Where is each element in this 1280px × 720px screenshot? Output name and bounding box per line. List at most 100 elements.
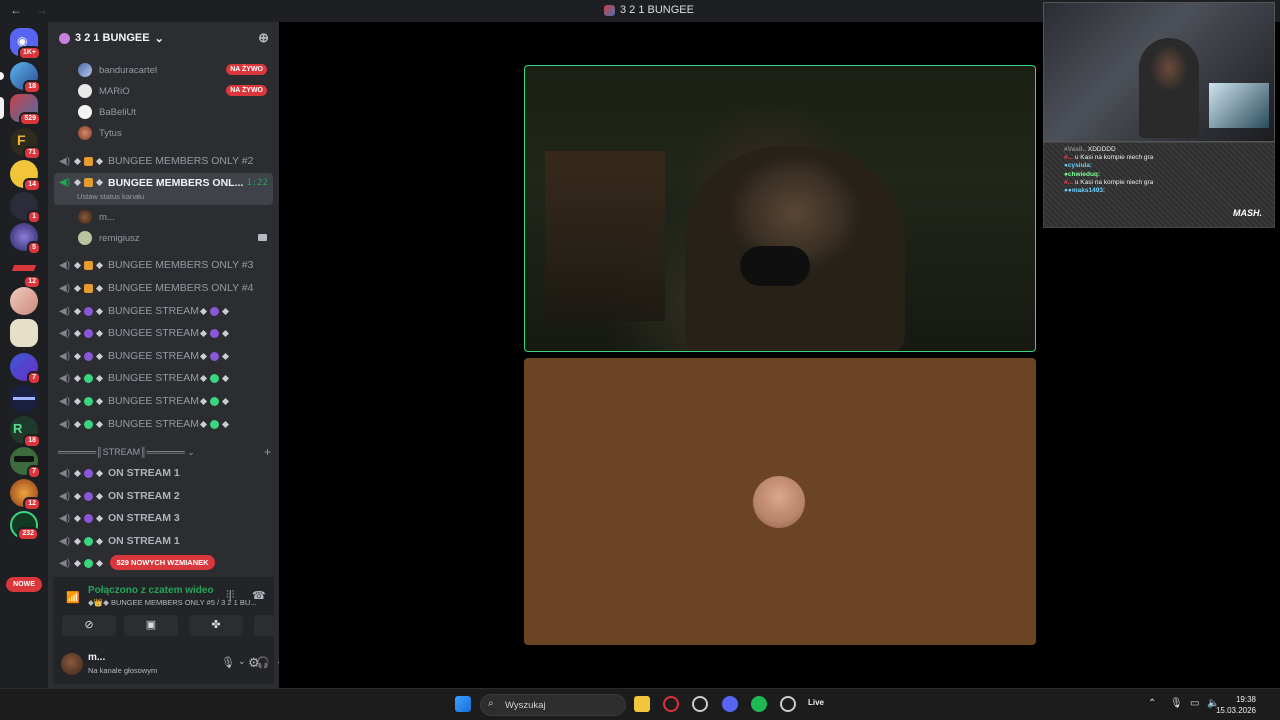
- live-app-icon[interactable]: Live: [808, 698, 824, 707]
- chevron-down-icon[interactable]: ⌄: [238, 656, 246, 667]
- server-icon[interactable]: 12: [10, 479, 41, 511]
- server-icon[interactable]: 1: [10, 192, 41, 224]
- unread-badge: 7: [27, 371, 41, 385]
- server-icon[interactable]: 14: [10, 160, 41, 192]
- unread-badge: 18: [23, 434, 41, 448]
- search-box[interactable]: ⌕ Wyszukaj: [480, 694, 626, 716]
- opera-gx-icon[interactable]: [663, 696, 679, 712]
- voice-status[interactable]: Połączono z czatem wideo: [88, 585, 214, 596]
- microphone-icon[interactable]: 🎙: [221, 656, 235, 669]
- streamer-video: [1139, 38, 1199, 138]
- server-icon[interactable]: 7: [10, 353, 41, 385]
- forward-arrow-icon[interactable]: →: [35, 3, 47, 17]
- server-header[interactable]: 3 2 1 BUNGEE ⌄ ⊕: [48, 22, 279, 54]
- server-icon[interactable]: 12: [10, 257, 41, 289]
- discord-icon[interactable]: [722, 696, 738, 712]
- voice-channel[interactable]: ◀) BUNGEE STREAM: [54, 368, 273, 388]
- unread-badge: 232: [17, 527, 39, 541]
- voice-channel[interactable]: ◀) ON STREAM 3: [54, 508, 273, 528]
- headset-app-icon[interactable]: [780, 696, 796, 712]
- unread-badge: 71: [23, 146, 41, 160]
- speaker-icon: ◀): [59, 557, 71, 569]
- server-icon[interactable]: 5: [10, 223, 41, 255]
- person-add-icon[interactable]: ⊕: [258, 30, 269, 46]
- microphone-tray-icon[interactable]: 🎙: [1170, 698, 1183, 709]
- voice-user-name: remigiusz: [99, 232, 140, 244]
- app-icon[interactable]: [692, 696, 708, 712]
- boost-icon: [59, 32, 70, 44]
- back-arrow-icon[interactable]: ←: [10, 3, 22, 17]
- video-tile-avatar[interactable]: [524, 358, 1036, 645]
- voice-channel[interactable]: ◀) ON STREAM 1: [54, 531, 273, 551]
- voice-user[interactable]: BaBeliUt: [78, 102, 270, 122]
- voice-user[interactable]: m...: [78, 207, 270, 227]
- camera-icon: [258, 234, 267, 241]
- activities-button[interactable]: ✤: [189, 615, 243, 636]
- user-name[interactable]: m...: [88, 652, 105, 663]
- server-icon[interactable]: F 71: [10, 128, 41, 160]
- channel-name: BUNGEE STREAM: [108, 372, 200, 384]
- file-explorer-icon[interactable]: [634, 696, 650, 712]
- server-icon[interactable]: [10, 287, 38, 315]
- server-icon[interactable]: 232: [10, 511, 39, 541]
- server-icon[interactable]: [10, 319, 38, 347]
- user-panel: m... Na kanale głosowym 🎙 ⌄ 🎧 ⌄: [53, 646, 284, 684]
- new-mentions-pill[interactable]: 529 NOWYCH WZMIANEK: [110, 555, 215, 570]
- voice-channel[interactable]: ◀) BUNGEE STREAM: [54, 301, 273, 321]
- server-icon[interactable]: R 18: [10, 416, 41, 448]
- server-icon[interactable]: 18: [0, 62, 41, 94]
- voice-channel[interactable]: ◀) BUNGEE STREAM: [54, 323, 273, 343]
- voice-channel[interactable]: ◀) BUNGEE MEMBERS ONLY #4: [54, 278, 273, 298]
- channel-name: BUNGEE STREAM: [108, 305, 200, 317]
- server-icon[interactable]: [10, 385, 38, 413]
- channel-name: BUNGEE MEMBERS ONL...: [108, 177, 244, 189]
- server-icon-active[interactable]: 529: [0, 94, 41, 126]
- spotify-icon[interactable]: [751, 696, 767, 712]
- camera-off-button[interactable]: ⊘: [62, 615, 116, 636]
- chevron-down-icon: ⌄: [154, 32, 164, 45]
- voice-channel[interactable]: ◀) BUNGEE STREAM: [54, 391, 273, 411]
- screen-share-button[interactable]: ▣: [124, 615, 178, 636]
- voice-user[interactable]: Tytus: [78, 123, 270, 143]
- voice-channel-active[interactable]: ◀) BUNGEE MEMBERS ONL... 1:22 Ustaw stat…: [54, 173, 273, 205]
- video-tile-speaking[interactable]: [524, 65, 1036, 352]
- set-channel-status[interactable]: Ustaw status kanału: [77, 192, 144, 201]
- channel-name: BUNGEE STREAM: [108, 350, 200, 362]
- category-header[interactable]: ══════║STREAM║══════ ⌄ +: [58, 445, 271, 459]
- voice-channel[interactable]: ◀) ON STREAM 1: [54, 463, 273, 483]
- voice-channel[interactable]: ◀) BUNGEE MEMBERS ONLY #3: [54, 255, 273, 275]
- speaker-icon: ◀): [59, 535, 71, 547]
- server-icon: [604, 4, 615, 16]
- disconnect-icon[interactable]: ☎: [252, 589, 266, 602]
- voice-channel[interactable]: ◀) ON STREAM 2: [54, 486, 273, 506]
- windows-start-icon[interactable]: [455, 696, 471, 712]
- clock[interactable]: 19:38 15.03.2026: [1216, 694, 1256, 716]
- voice-channel[interactable]: ◀) BUNGEE MEMBERS ONLY #2: [54, 151, 273, 171]
- settings-gear-icon[interactable]: ⚙: [248, 655, 260, 671]
- voice-user[interactable]: MARiO NA ŻYWO: [78, 81, 270, 101]
- channel-name: BUNGEE MEMBERS ONLY #4: [108, 282, 254, 294]
- voice-user[interactable]: banduracartel NA ŻYWO: [78, 60, 270, 80]
- voice-user[interactable]: remigiusz: [78, 228, 270, 248]
- background-shelf: [545, 151, 665, 321]
- activities-icon: ✤: [211, 619, 221, 631]
- add-channel-icon[interactable]: +: [264, 445, 271, 459]
- user-status: Na kanale głosowym: [88, 666, 158, 675]
- voice-channel-path[interactable]: ◆👑◆ BUNGEE MEMBERS ONLY #5 / 3 2 1 BU...: [88, 598, 263, 607]
- window-title: 3 2 1 BUNGEE: [604, 4, 694, 16]
- speaker-icon: ◀): [59, 395, 71, 407]
- network-icon[interactable]: ▭: [1190, 698, 1199, 709]
- direct-messages-button[interactable]: ◉ 1K+: [10, 28, 41, 60]
- microphone-prop: [740, 246, 810, 286]
- speaker-icon: ◀): [59, 327, 71, 339]
- channel-name: BUNGEE STREAM: [108, 395, 200, 407]
- signal-icon[interactable]: 📶: [66, 591, 80, 604]
- server-icon[interactable]: 7: [10, 447, 41, 479]
- chevron-up-icon[interactable]: ⌃: [1148, 698, 1156, 709]
- avatar[interactable]: [61, 653, 83, 675]
- voice-channel[interactable]: ◀) BUNGEE STREAM: [54, 414, 273, 434]
- voice-channel[interactable]: ◀) BUNGEE STREAM: [54, 346, 273, 366]
- new-servers-pill[interactable]: NOWE: [6, 577, 42, 592]
- stream-camera-overlay: [1043, 2, 1275, 142]
- noise-suppression-icon[interactable]: ⫶|⫶: [226, 589, 234, 602]
